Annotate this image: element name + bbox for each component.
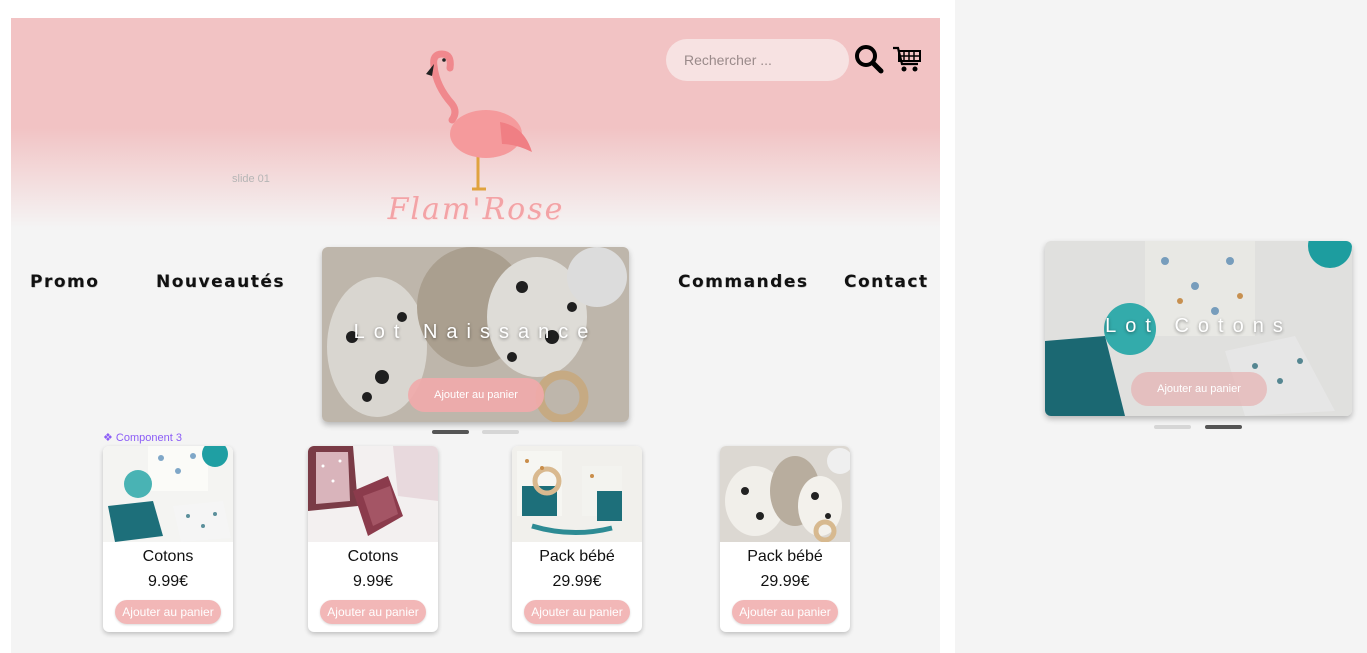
add-to-cart-button[interactable]: Ajouter au panier [1131, 372, 1267, 406]
nav-item-commandes[interactable]: Commandes [678, 272, 808, 292]
carousel-dot-2[interactable] [1205, 425, 1242, 429]
search-box [666, 39, 849, 81]
product-price: 29.99€ [552, 573, 602, 590]
nav-item-contact[interactable]: Contact [844, 272, 929, 292]
product-name: Pack bébé [747, 548, 823, 565]
product-card: Pack bébé 29.99€ Ajouter au panier [720, 446, 850, 632]
product-card: Cotons 9.99€ Ajouter au panier [308, 446, 438, 632]
carousel-dot-1[interactable] [432, 430, 469, 434]
carousel-title: Lot Naissance [353, 321, 598, 343]
add-to-cart-button[interactable]: Ajouter au panier [115, 600, 221, 624]
side-product-carousel[interactable]: Lot Cotons Ajouter au panier [1045, 241, 1352, 416]
product-card: Cotons 9.99€ Ajouter au panier [103, 446, 233, 632]
brand-logo-text: Flam'Rose [387, 192, 565, 227]
product-name: Cotons [347, 548, 399, 565]
product-image [720, 446, 850, 542]
search-input[interactable] [682, 51, 833, 69]
product-image [512, 446, 642, 542]
product-name: Cotons [142, 548, 194, 565]
product-name: Pack bébé [539, 548, 615, 565]
nav-item-nouveautes[interactable]: Nouveautés [156, 272, 285, 292]
product-price: 9.99€ [352, 573, 394, 590]
slide-label: slide 01 [232, 173, 270, 185]
search-icon[interactable] [854, 44, 884, 74]
product-price: 29.99€ [760, 573, 810, 590]
product-price: 9.99€ [147, 573, 189, 590]
main-product-carousel[interactable]: Lot Naissance Ajouter au panier [322, 247, 629, 422]
page-frame: slide 01 Flam'Rose Promo Nouveautés Comm… [11, 18, 940, 653]
add-to-cart-button[interactable]: Ajouter au panier [320, 600, 426, 624]
flamingo-logo-icon [426, 50, 532, 191]
product-card: Pack bébé 29.99€ Ajouter au panier [512, 446, 642, 632]
component-label: ❖ Component 3 [103, 432, 182, 444]
cart-icon[interactable] [891, 44, 923, 74]
product-image [103, 446, 233, 542]
add-to-cart-button[interactable]: Ajouter au panier [408, 378, 544, 412]
add-to-cart-button[interactable]: Ajouter au panier [732, 600, 838, 624]
carousel-dot-2[interactable] [482, 430, 519, 434]
add-to-cart-button[interactable]: Ajouter au panier [524, 600, 630, 624]
carousel-title: Lot Cotons [1105, 315, 1292, 337]
product-image [308, 446, 438, 542]
carousel-dot-1[interactable] [1154, 425, 1191, 429]
nav-item-promo[interactable]: Promo [30, 272, 99, 292]
